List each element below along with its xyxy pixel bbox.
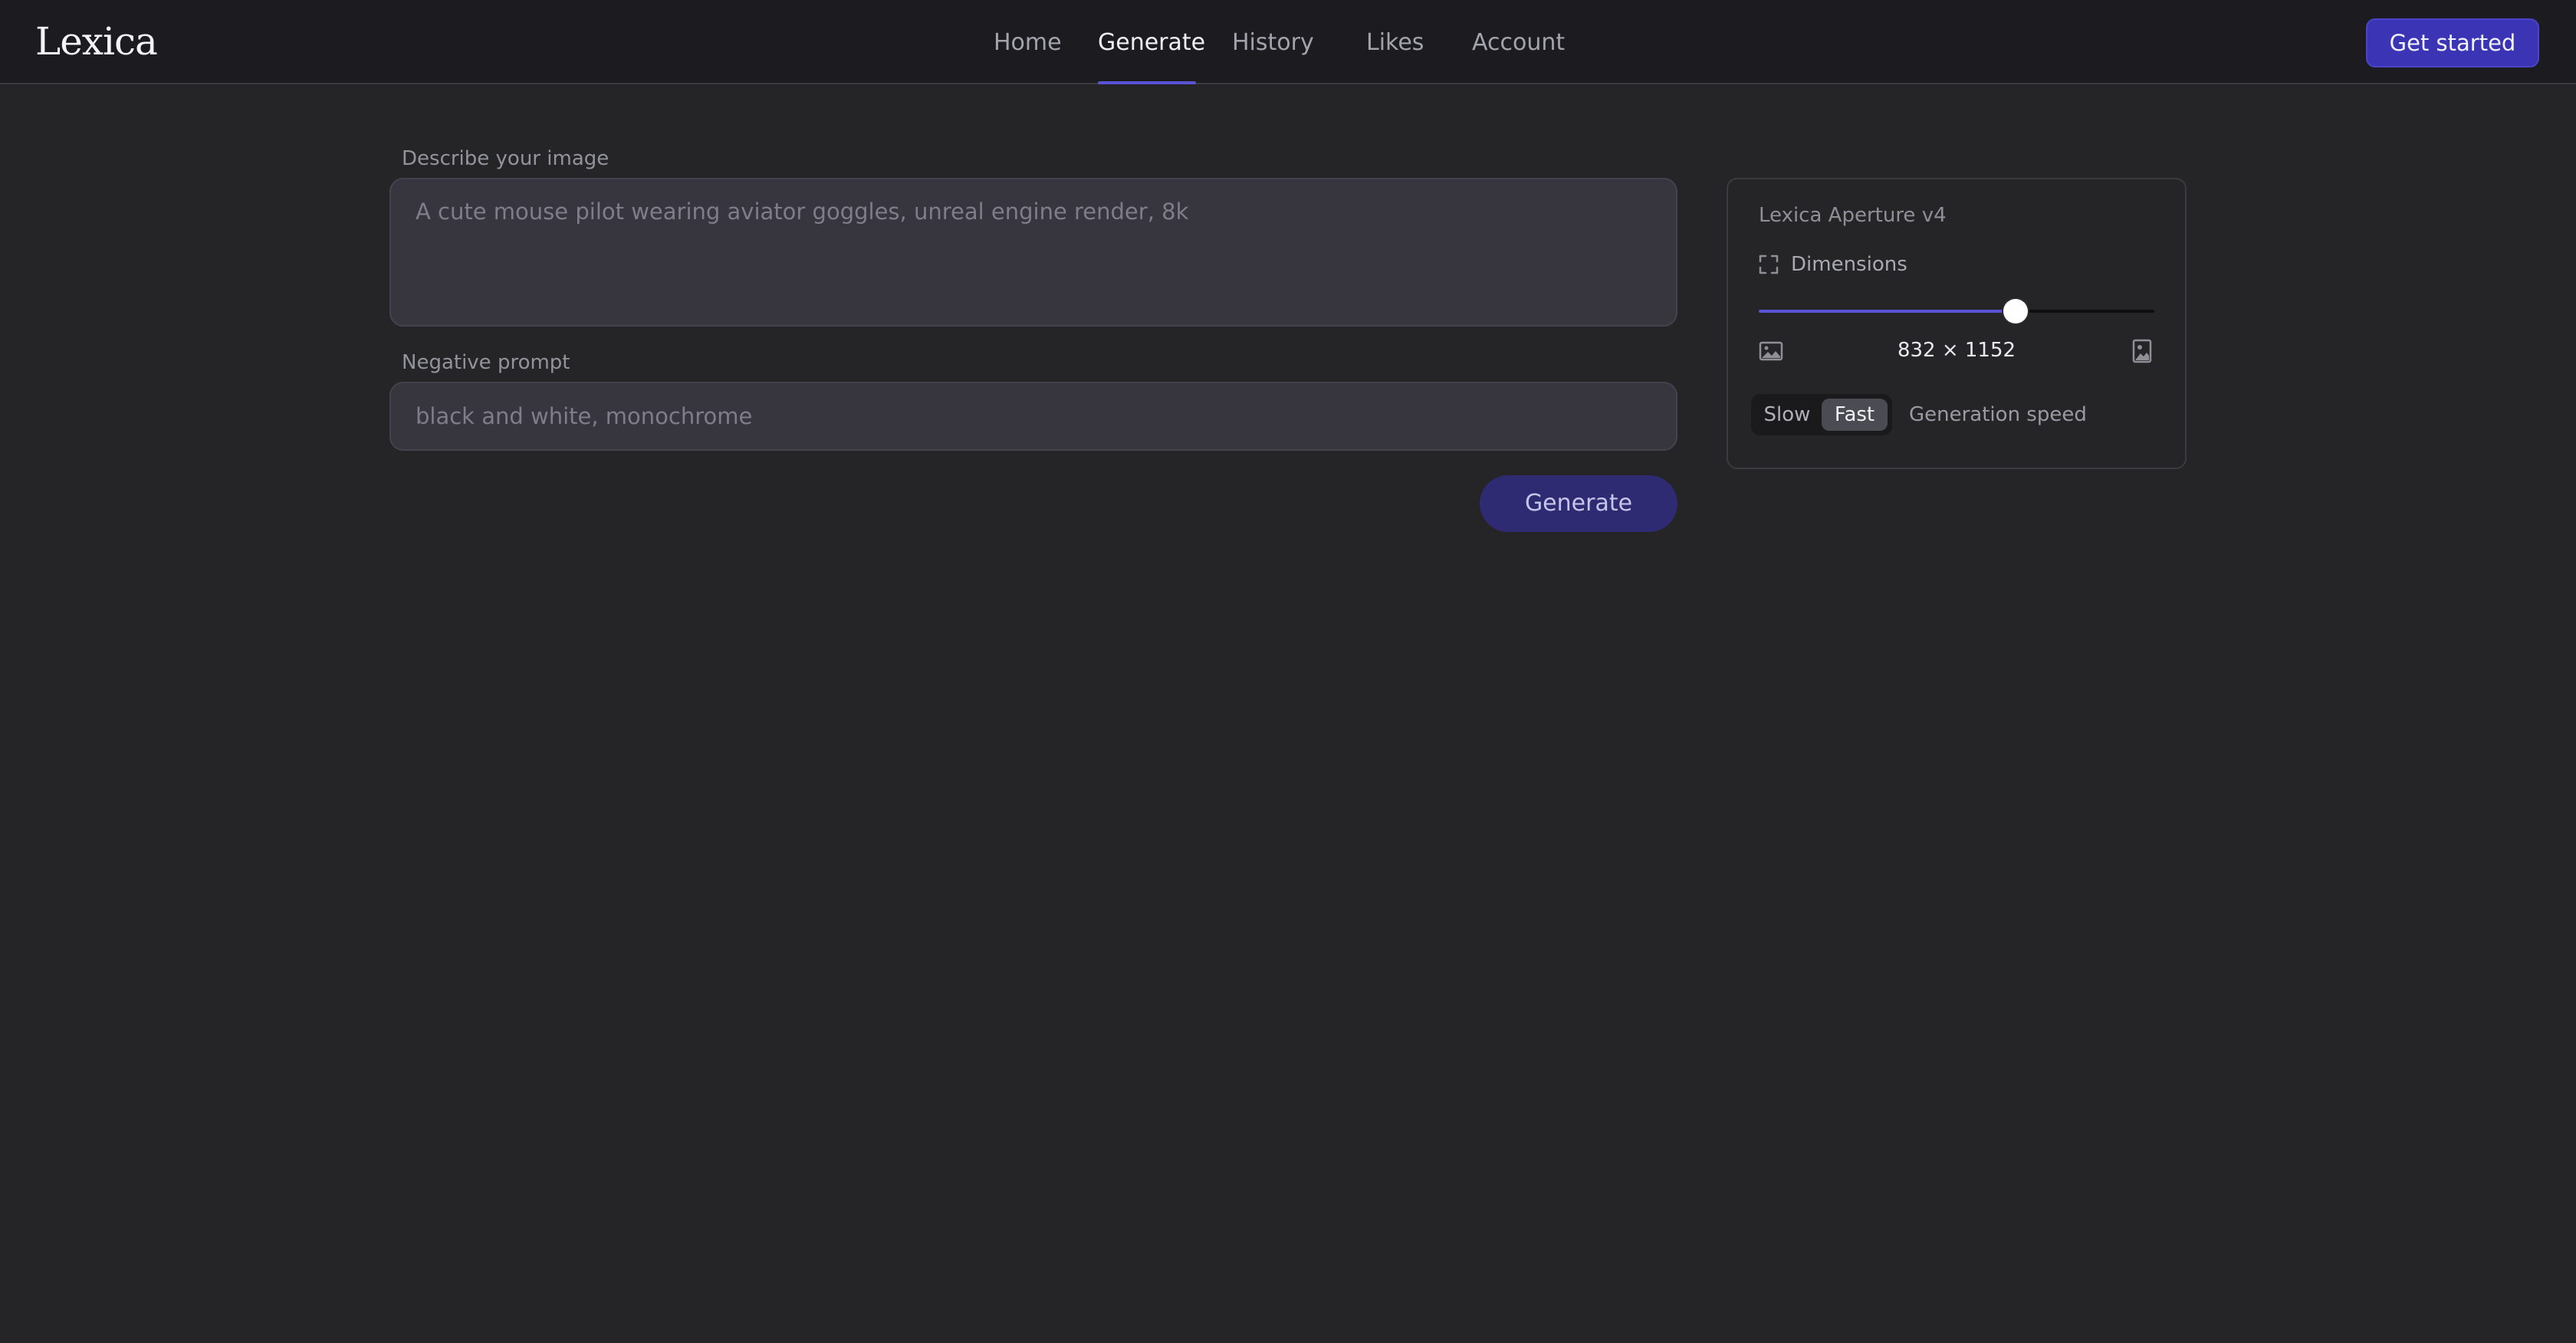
dimensions-value: 832 × 1152 <box>1897 339 2016 362</box>
model-name[interactable]: Lexica Aperture v4 <box>1759 202 1947 228</box>
landscape-image-icon[interactable] <box>1759 340 1783 362</box>
dimensions-label: Dimensions <box>1791 253 1907 276</box>
speed-option-slow[interactable]: Slow <box>1756 399 1819 431</box>
aspect-ratio-slider[interactable] <box>1759 296 2154 327</box>
prompt-label: Describe your image <box>402 147 610 170</box>
nav-link-generate[interactable]: Generate <box>1098 28 1205 58</box>
nav-link-home[interactable]: Home <box>994 28 1062 58</box>
slider-fill <box>1759 310 2016 313</box>
negative-prompt-label: Negative prompt <box>402 351 570 374</box>
generation-speed-label: Generation speed <box>1909 403 2087 426</box>
lexica-logo[interactable]: Lexica <box>35 18 158 64</box>
negative-prompt-input[interactable]: black and white, monochrome <box>389 382 1677 451</box>
get-started-button[interactable]: Get started <box>2366 18 2539 67</box>
active-tab-indicator <box>1098 81 1196 84</box>
speed-option-fast[interactable]: Fast <box>1822 399 1888 431</box>
nav-link-history[interactable]: History <box>1232 28 1314 58</box>
generation-speed-toggle: Slow Fast <box>1751 394 1892 435</box>
prompt-textarea[interactable]: A cute mouse pilot wearing aviator goggl… <box>389 178 1677 327</box>
portrait-image-icon[interactable] <box>2131 339 2153 363</box>
slider-thumb[interactable] <box>2003 299 2028 323</box>
generate-button[interactable]: Generate <box>1480 475 1677 532</box>
expand-corners-icon <box>1759 254 1779 274</box>
top-navigation-bar: Lexica Home Generate History Likes Accou… <box>0 0 2576 84</box>
nav-link-account[interactable]: Account <box>1472 28 1565 58</box>
nav-link-likes[interactable]: Likes <box>1366 28 1424 58</box>
